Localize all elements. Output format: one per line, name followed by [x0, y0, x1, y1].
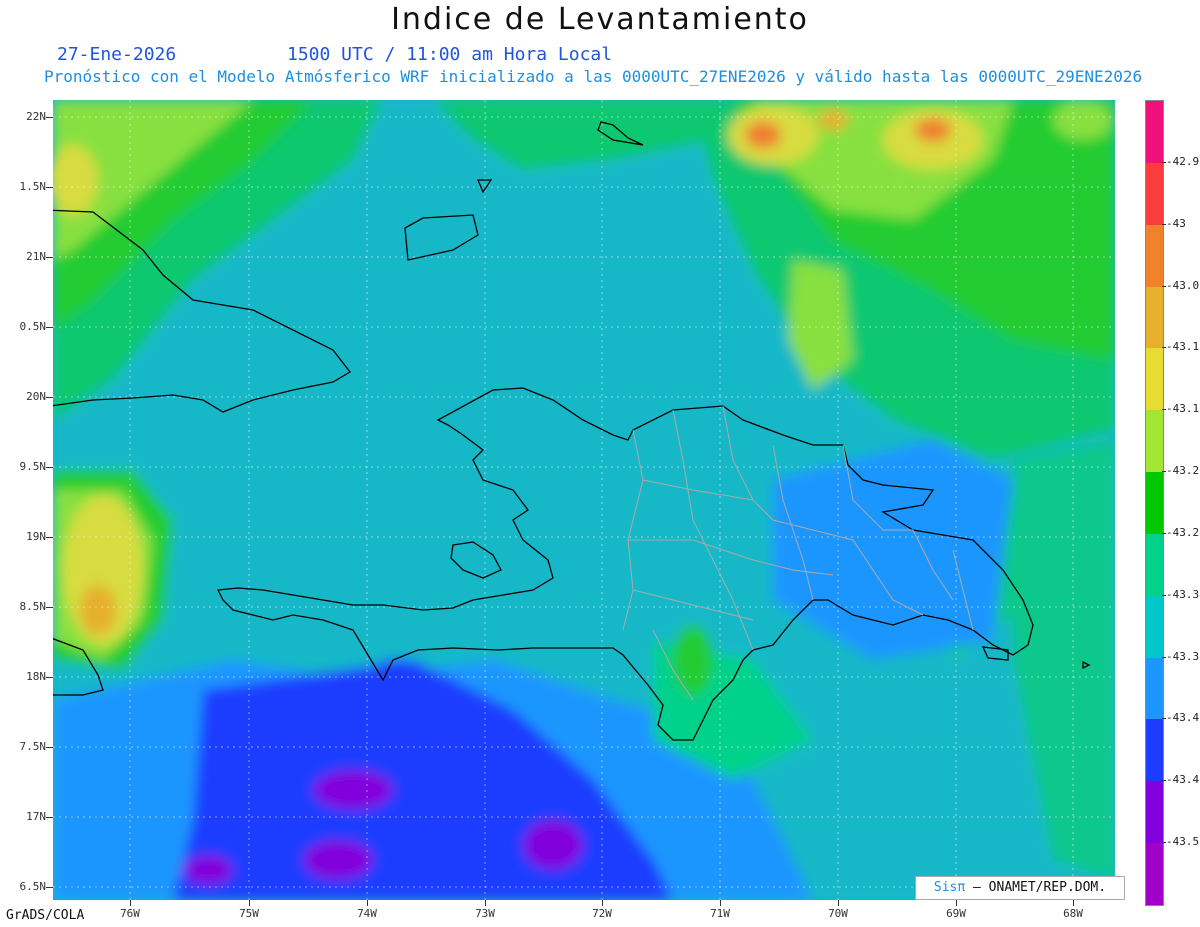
- lon-label-70w: 70W: [828, 907, 848, 920]
- lat-tick: [46, 537, 53, 538]
- lat-label-20-5n: 0.5N: [19, 320, 47, 333]
- colorbar-label: -43: [1166, 216, 1186, 230]
- map-title: Indice de Levantamiento: [391, 2, 809, 37]
- lat-tick: [46, 607, 53, 608]
- lat-tick: [46, 747, 53, 748]
- lat-tick: [46, 467, 53, 468]
- lon-label-75w: 75W: [239, 907, 259, 920]
- colorbar-swatch: [1146, 781, 1163, 844]
- colorbar-label: -43.5: [1166, 835, 1200, 849]
- forecast-date: 27-Ene-2026: [57, 44, 177, 65]
- credit-box: Sisπ – ONAMET/REP.DOM.: [915, 876, 1125, 900]
- map-field: [53, 100, 1115, 900]
- lat-label-22n: 22N: [26, 110, 46, 123]
- colorbar-swatch: [1146, 657, 1163, 720]
- lat-label-16-5n: 6.5N: [19, 880, 47, 893]
- lat-tick: [46, 257, 53, 258]
- lat-tick: [46, 397, 53, 398]
- colorbar-label: -43.3: [1166, 587, 1200, 601]
- lon-tick: [485, 900, 486, 906]
- lon-label-71w: 71W: [710, 907, 730, 920]
- lat-label-21n: 21N: [26, 250, 46, 263]
- lat-tick: [46, 327, 53, 328]
- sispi-logo-text: Sisπ: [933, 880, 966, 895]
- grads-footer: GrADS/COLA: [6, 908, 85, 923]
- colorbar-swatch: [1146, 224, 1163, 287]
- lon-label-74w: 74W: [357, 907, 377, 920]
- colorbar-swatch: [1146, 843, 1163, 905]
- colorbar-label: -43.2: [1166, 525, 1200, 539]
- lat-label-18n: 18N: [26, 670, 46, 683]
- credit-text: – ONAMET/REP.DOM.: [965, 880, 1107, 895]
- colorbar: [1145, 100, 1164, 906]
- lon-tick: [367, 900, 368, 906]
- lon-label-73w: 73W: [475, 907, 495, 920]
- colorbar-swatch: [1146, 101, 1163, 163]
- colorbar-swatch: [1146, 348, 1163, 411]
- lon-tick: [956, 900, 957, 906]
- lat-label-19-5n: 9.5N: [19, 460, 47, 473]
- lon-tick: [249, 900, 250, 906]
- lat-label-21-5n: 1.5N: [19, 180, 47, 193]
- lat-tick: [46, 887, 53, 888]
- colorbar-label: -43.4: [1166, 773, 1200, 787]
- lon-label-68w: 68W: [1063, 907, 1083, 920]
- colorbar-swatch: [1146, 286, 1163, 349]
- colorbar-swatch: [1146, 719, 1163, 782]
- lon-label-69w: 69W: [946, 907, 966, 920]
- lat-label-17n: 17N: [26, 810, 46, 823]
- lon-tick: [1073, 900, 1074, 906]
- colorbar-label: -43.3: [1166, 649, 1200, 663]
- lat-tick: [46, 677, 53, 678]
- lat-label-17-5n: 7.5N: [19, 740, 47, 753]
- colorbar-swatch: [1146, 533, 1163, 596]
- colorbar-swatch: [1146, 162, 1163, 225]
- colorbar-label: -43.2: [1166, 464, 1200, 478]
- colorbar-label: -42.9: [1166, 154, 1200, 168]
- colorbar-label: -43.1: [1166, 340, 1200, 354]
- colorbar-swatch: [1146, 595, 1163, 658]
- colorbar-swatch: [1146, 472, 1163, 534]
- lat-tick: [46, 187, 53, 188]
- colorbar-swatch: [1146, 410, 1163, 473]
- lat-label-20n: 20N: [26, 390, 46, 403]
- forecast-subtitle: Pronóstico con el Modelo Atmósferico WRF…: [44, 67, 1143, 86]
- lon-label-76w: 76W: [120, 907, 140, 920]
- lon-tick: [838, 900, 839, 906]
- lat-label-18-5n: 8.5N: [19, 600, 47, 613]
- lat-label-19n: 19N: [26, 530, 46, 543]
- lat-tick: [46, 817, 53, 818]
- lifted-index-map: [53, 100, 1115, 900]
- lon-tick: [720, 900, 721, 906]
- colorbar-label: -43.4: [1166, 711, 1200, 725]
- colorbar-label: -43.0: [1166, 278, 1200, 292]
- forecast-time: 1500 UTC / 11:00 am Hora Local: [287, 44, 613, 65]
- lon-tick: [130, 900, 131, 906]
- lon-label-72w: 72W: [592, 907, 612, 920]
- lat-tick: [46, 117, 53, 118]
- colorbar-label: -43.1: [1166, 402, 1200, 416]
- lon-tick: [602, 900, 603, 906]
